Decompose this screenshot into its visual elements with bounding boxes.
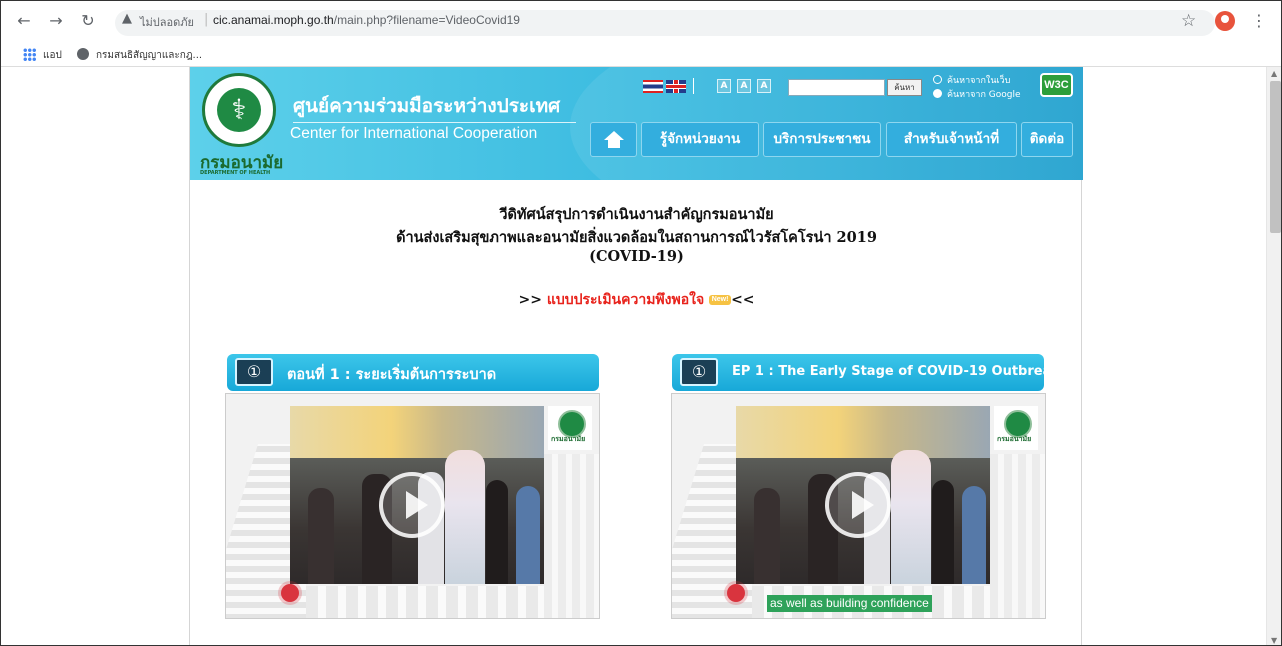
film-icon [235,358,273,386]
page-heading-line3: (COVID-19) [589,248,684,265]
nav-staff[interactable]: สำหรับเจ้าหน้าที่ [886,122,1017,157]
radio-google-search[interactable] [933,89,942,98]
home-icon [604,131,624,149]
scroll-thumb[interactable] [1270,81,1281,233]
video-decoration [544,454,599,618]
nav-about[interactable]: รู้จักหน่วยงาน [641,122,759,157]
browser-toolbar: ← → ↻ ▲ ไม่ปลอดภัย | cic.anamai.moph.go.… [1,1,1281,43]
survey-link[interactable]: แบบประเมินความพึงพอใจ [547,292,704,308]
person-figure [516,486,540,584]
video-decoration [306,586,544,618]
font-size-small-button[interactable]: A [717,79,731,93]
title-divider [293,122,576,123]
person-figure [962,486,986,584]
browser-window: ← → ↻ ▲ ไม่ปลอดภัย | cic.anamai.moph.go.… [0,0,1282,646]
episode-2-tab[interactable]: EP 1 : The Early Stage of COVID-19 Outbr… [672,354,1060,391]
search-button[interactable]: ค้นหา [887,79,922,96]
page-container: กรมอนามัย DEPARTMENT OF HEALTH ศูนย์ความ… [189,67,1083,645]
film-icon [680,358,718,386]
episode-1-title: ตอนที่ 1 : ระยะเริ่มต้นการระบาด [287,367,497,383]
font-size-large-button[interactable]: A [757,79,771,93]
survey-suffix: << [731,292,755,308]
survey-prefix: >> [518,292,547,308]
reload-icon[interactable]: ↻ [79,11,97,31]
person-figure [932,480,954,584]
bookmark-apps[interactable]: แอป [43,48,62,63]
radio-google-search-label[interactable]: ค้นหาจาก Google [947,87,1021,101]
person-figure [486,480,508,584]
page-viewport: กรมอนามัย DEPARTMENT OF HEALTH ศูนย์ความ… [1,67,1281,645]
not-secure-label[interactable]: ไม่ปลอดภัย [140,13,194,31]
virus-icon [727,584,745,602]
forward-icon[interactable]: → [47,11,65,31]
site-title-en: Center for International Cooperation [290,125,538,142]
url-text[interactable]: cic.anamai.moph.go.th/main.php?filename=… [213,13,520,27]
globe-icon [77,48,89,60]
thai-flag-icon[interactable] [643,80,663,93]
video-logo-text: กรมอนามัย [997,435,1032,443]
dept-name-en: DEPARTMENT OF HEALTH [200,170,271,176]
video-subtitle: as well as building confidence [767,595,932,612]
virus-icon [281,584,299,602]
star-icon[interactable]: ☆ [1181,11,1196,31]
scroll-down-icon[interactable]: ▼ [1271,636,1277,645]
nav-home[interactable] [590,122,637,157]
w3c-badge[interactable]: W3C [1040,73,1073,97]
play-icon[interactable] [825,472,891,538]
warning-icon[interactable]: ▲ [122,12,136,26]
nav-public-services[interactable]: บริการประชาชน [763,122,881,157]
page-heading-line1: วีดิทัศน์สรุปการดำเนินงานสำคัญกรมอนามัย [499,206,774,223]
person-figure [308,488,334,584]
scroll-up-icon[interactable]: ▲ [1271,69,1277,78]
site-title-th: ศูนย์ความร่วมมือระหว่างประเทศ [293,95,561,117]
caduceus-icon [217,88,261,132]
radio-site-search[interactable] [933,75,942,84]
search-input[interactable] [788,79,885,96]
nav-contact[interactable]: ติดต่อ [1021,122,1073,157]
bookmark-treaties[interactable]: กรมสนธิสัญญาและกฎ... [96,48,202,63]
url-separator: | [204,12,209,27]
profile-icon[interactable] [1215,11,1235,31]
video-decoration [990,454,1045,618]
episode-1-tab[interactable]: ตอนที่ 1 : ระยะเริ่มต้นการระบาด [227,354,599,391]
radio-site-search-label[interactable]: ค้นหาจากในเว็บ [947,73,1010,87]
play-icon[interactable] [379,472,445,538]
episode-1-video[interactable]: กรมอนามัย [225,393,600,619]
episode-2-title: EP 1 : The Early Stage of COVID-19 Outbr… [732,364,1060,379]
video-logo-text: กรมอนามัย [551,435,586,443]
person-figure [754,488,780,584]
new-badge: New! [709,295,732,305]
font-size-medium-button[interactable]: A [737,79,751,93]
apps-icon[interactable] [23,48,36,61]
episode-2-video[interactable]: กรมอนามัย as well as building confidence [671,393,1046,619]
header-banner: กรมอนามัย DEPARTMENT OF HEALTH ศูนย์ความ… [190,67,1083,180]
font-divider [693,78,694,94]
survey-line: >> แบบประเมินความพึงพอใจ New! << [190,289,1083,311]
url-path: /main.php?filename=VideoCovid19 [333,13,520,27]
uk-flag-icon[interactable] [666,80,686,93]
back-icon[interactable]: ← [15,11,33,31]
department-logo[interactable] [202,73,276,147]
vertical-scrollbar[interactable]: ▲ ▼ [1266,67,1281,645]
bookmarks-bar: แอป กรมสนธิสัญญาและกฎ... [1,43,1281,67]
menu-icon[interactable]: ⋮ [1251,11,1267,30]
url-domain: cic.anamai.moph.go.th [213,13,334,27]
page-heading-line2: ด้านส่งเสริมสุขภาพและอนามัยสิ่งแวดล้อมใน… [396,229,877,246]
